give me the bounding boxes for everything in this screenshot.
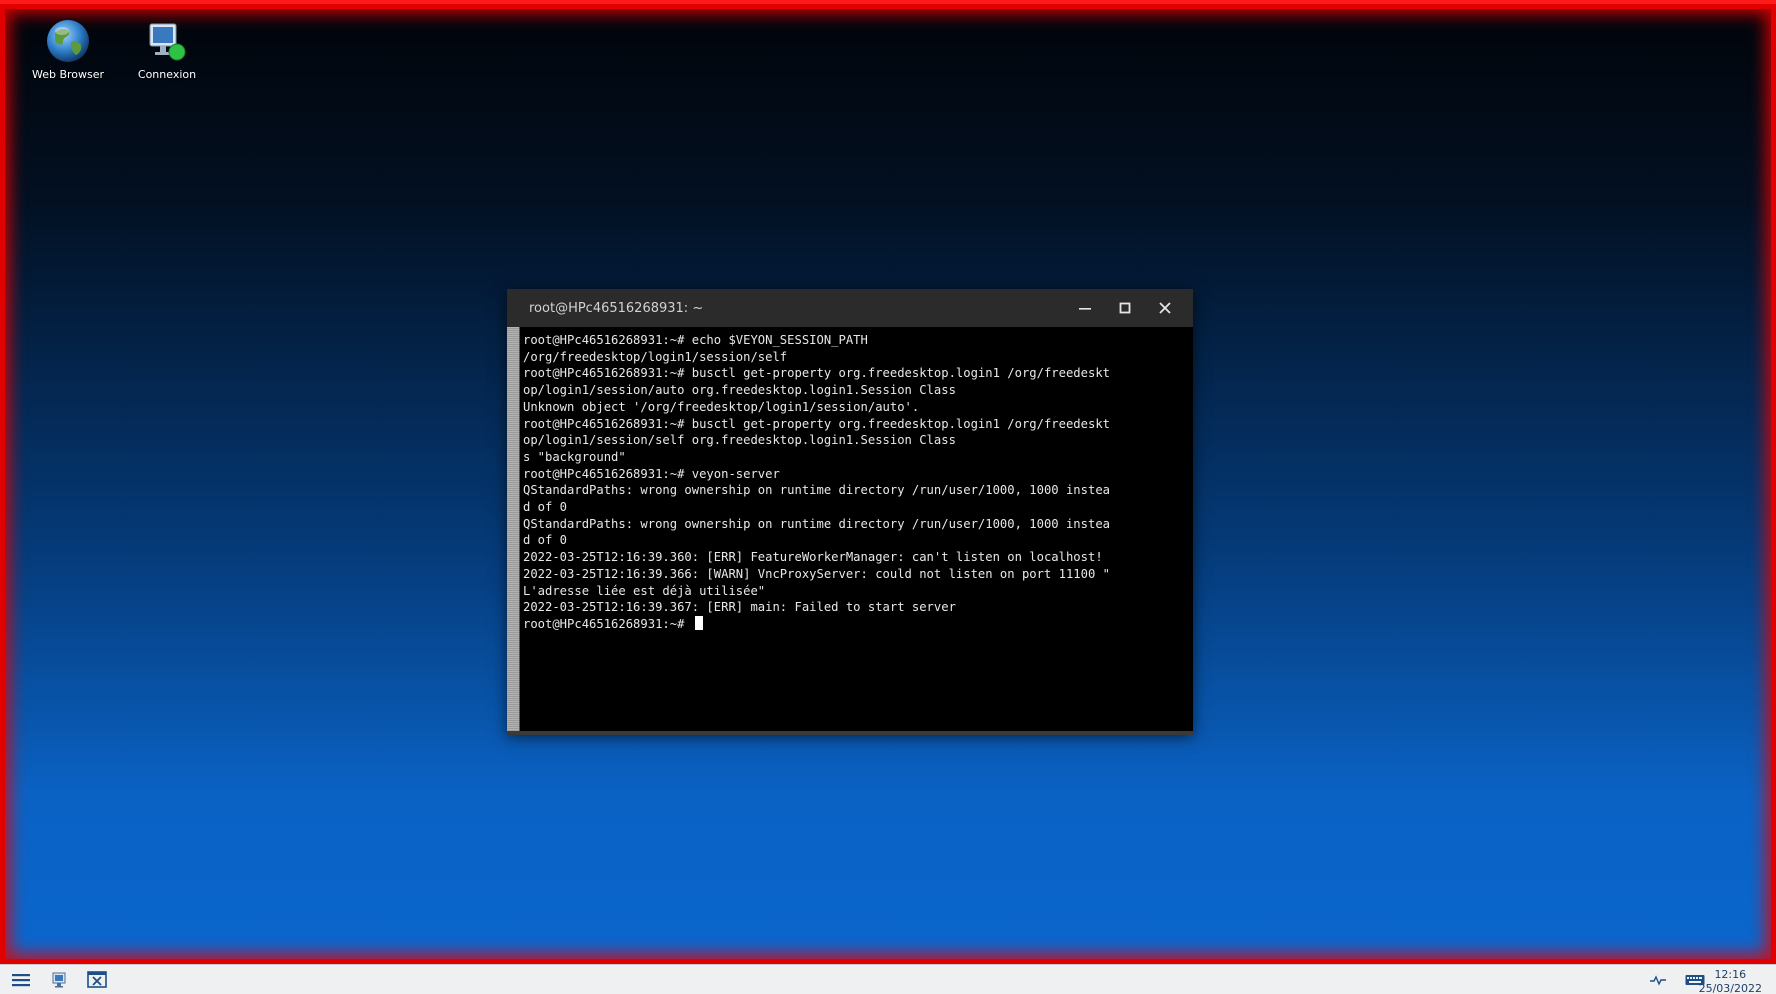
monitor-connect-icon [52, 972, 66, 988]
clock-time: 12:16 [1714, 968, 1747, 981]
terminal-line: Unknown object '/org/freedesktop/login1/… [523, 399, 920, 414]
terminal-line: s "background" [523, 449, 626, 464]
globe-icon [45, 18, 91, 64]
monitor-connect-icon [144, 18, 190, 64]
terminal-line: QStandardPaths: wrong ownership on runti… [523, 516, 1110, 531]
close-icon [1159, 302, 1171, 314]
terminal-body[interactable]: root@HPc46516268931:~# echo $VEYON_SESSI… [507, 327, 1193, 735]
clock[interactable]: 12:16 25/03/2022 [1699, 968, 1762, 994]
desktop-icon-connexion[interactable]: Connexion [117, 18, 217, 81]
window-title: root@HPc46516268931: ~ [529, 300, 704, 316]
taskbar-connexion-launcher[interactable] [48, 970, 72, 990]
terminal-line: d of 0 [523, 500, 568, 515]
minimize-icon [1079, 308, 1091, 310]
terminal-line: /org/freedesktop/login1/session/self [523, 349, 788, 364]
text-cursor [694, 615, 703, 630]
terminal-line: 2022-03-25T12:16:39.366: [WARN] VncProxy… [523, 566, 1110, 581]
terminal-line: 2022-03-25T12:16:39.367: [ERR] main: Fai… [523, 600, 956, 615]
terminal-line: QStandardPaths: wrong ownership on runti… [523, 483, 1110, 498]
terminal-scrollbar[interactable] [507, 327, 520, 731]
terminal-window[interactable]: root@HPc46516268931: ~ root@HPc465162689… [507, 289, 1193, 735]
x-window-icon [87, 971, 107, 988]
desktop-icon-web-browser[interactable]: Web Browser [18, 18, 118, 81]
taskbar-terminal-window[interactable] [85, 970, 109, 990]
hamburger-menu-icon [12, 974, 30, 987]
terminal-bottom-edge [507, 731, 1193, 735]
clock-date: 25/03/2022 [1698, 982, 1762, 994]
minimize-button[interactable] [1065, 289, 1105, 327]
terminal-line: op/login1/session/auto org.freedesktop.l… [523, 383, 956, 398]
terminal-line: root@HPc46516268931:~# busctl get-proper… [523, 416, 1110, 431]
desktop-icon-label: Web Browser [31, 68, 105, 81]
terminal-line: d of 0 [523, 533, 568, 548]
desktop-icon-label: Connexion [137, 68, 197, 81]
terminal-line: op/login1/session/self org.freedesktop.l… [523, 433, 956, 448]
network-indicator[interactable] [1648, 970, 1668, 990]
terminal-output[interactable]: root@HPc46516268931:~# echo $VEYON_SESSI… [523, 332, 1193, 735]
maximize-icon [1119, 302, 1131, 314]
window-titlebar[interactable]: root@HPc46516268931: ~ [507, 289, 1193, 327]
maximize-button[interactable] [1105, 289, 1145, 327]
terminal-line: root@HPc46516268931:~# veyon-server [523, 466, 780, 481]
terminal-line: L'adresse liée est déjà utilisée" [523, 583, 766, 598]
close-button[interactable] [1145, 289, 1185, 327]
taskbar: 12:16 25/03/2022 [0, 964, 1776, 994]
network-icon [1650, 975, 1666, 986]
terminal-line: root@HPc46516268931:~# echo $VEYON_SESSI… [523, 333, 868, 347]
terminal-prompt: root@HPc46516268931:~# [523, 616, 692, 631]
terminal-line: root@HPc46516268931:~# busctl get-proper… [523, 366, 1110, 381]
start-menu-button[interactable] [10, 970, 32, 990]
terminal-line: 2022-03-25T12:16:39.360: [ERR] FeatureWo… [523, 550, 1103, 565]
desktop: Web Browser Connexion root@HPc4651626893… [0, 0, 1776, 994]
